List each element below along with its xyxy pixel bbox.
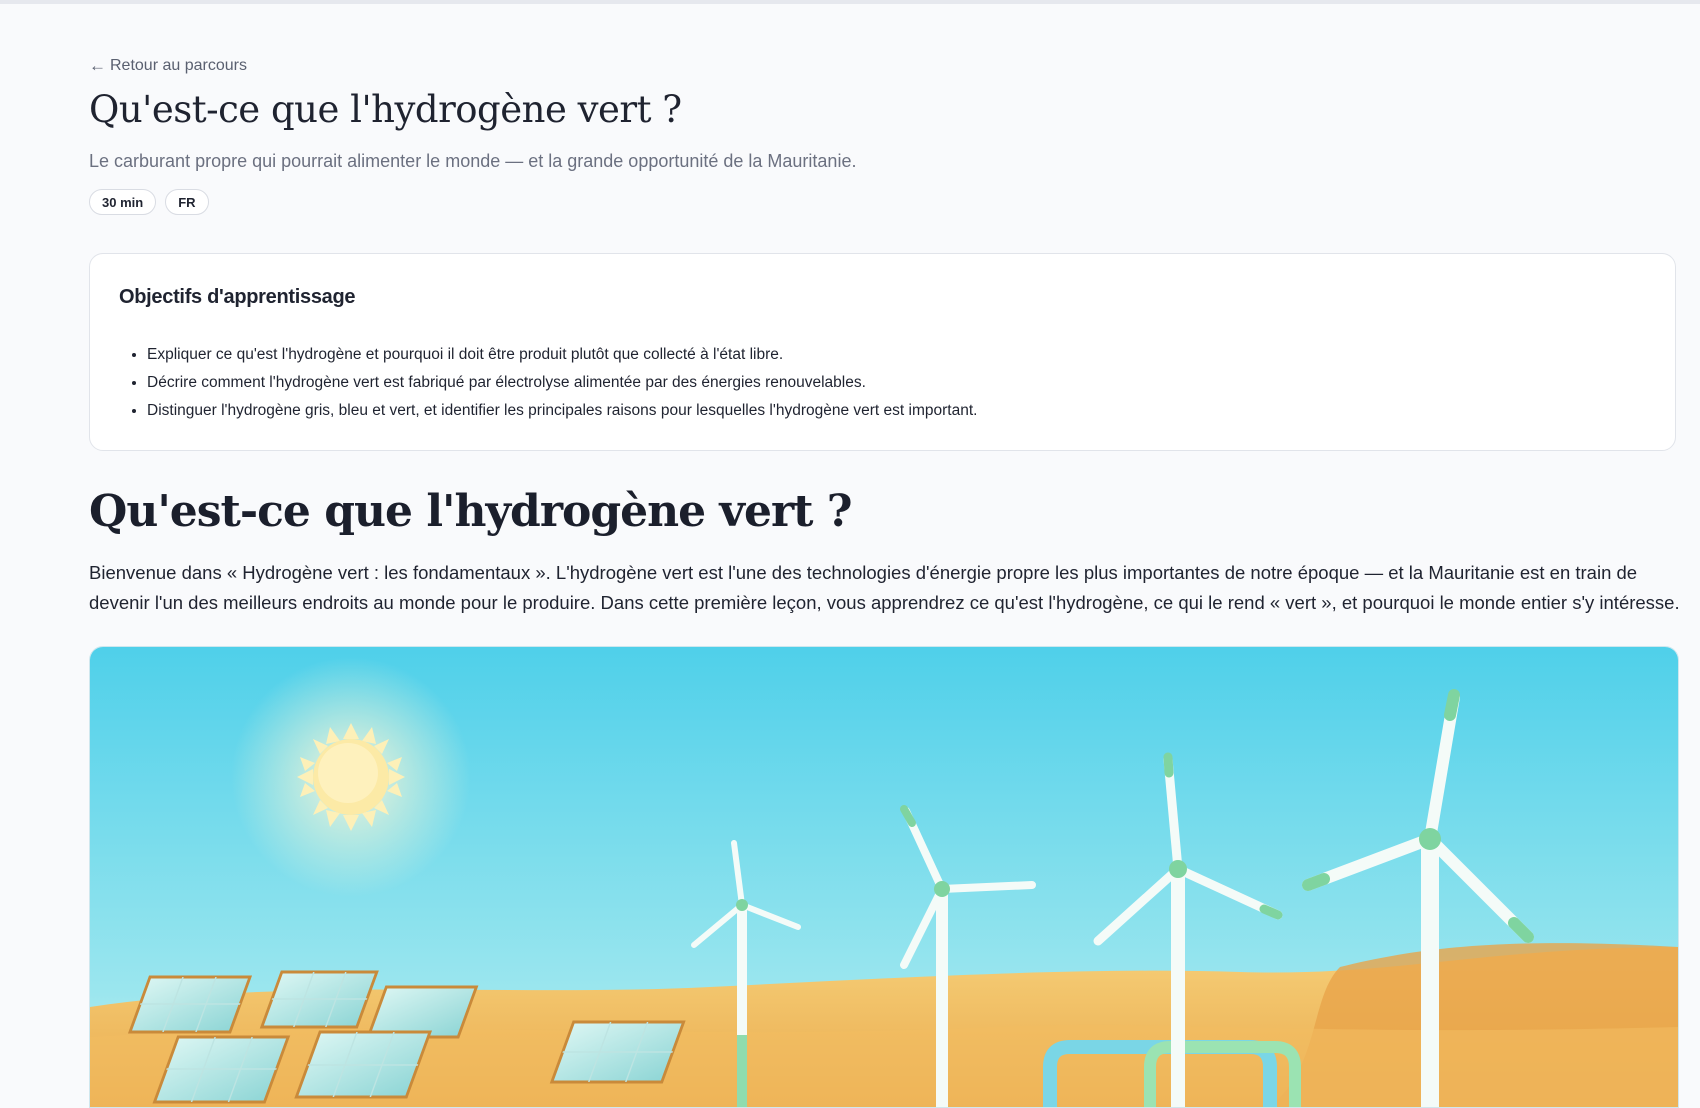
duration-badge: 30 min <box>89 189 157 215</box>
sun-icon <box>231 657 471 897</box>
top-border <box>0 0 1700 4</box>
objectives-title: Objectifs d'apprentissage <box>119 286 356 308</box>
lesson-tags: 30 min FR <box>89 189 209 215</box>
lesson-subtitle: Le carburant propre qui pourrait aliment… <box>89 151 857 171</box>
objectives-list: Expliquer ce qu'est l'hydrogène et pourq… <box>119 344 977 428</box>
objective-item: Décrire comment l'hydrogène vert est fab… <box>147 372 977 400</box>
back-link-label: Retour au parcours <box>110 57 247 74</box>
objective-item: Distinguer l'hydrogène gris, bleu et ver… <box>147 400 977 428</box>
renewable-landscape-image <box>90 647 1678 1107</box>
objective-item: Expliquer ce qu'est l'hydrogène et pourq… <box>147 344 977 372</box>
intro-paragraph: Bienvenue dans « Hydrogène vert : les fo… <box>89 562 1680 613</box>
lesson-title: Qu'est-ce que l'hydrogène vert ? <box>89 88 682 131</box>
arrow-left-icon: ← <box>89 56 106 75</box>
language-badge: FR <box>165 189 209 215</box>
section-heading: Qu'est-ce que l'hydrogène vert ? <box>89 486 853 537</box>
back-to-course-link[interactable]: ← Retour au parcours <box>89 56 247 76</box>
learning-objectives-card: Objectifs d'apprentissage Expliquer ce q… <box>89 253 1676 451</box>
hero-illustration <box>89 646 1679 1108</box>
